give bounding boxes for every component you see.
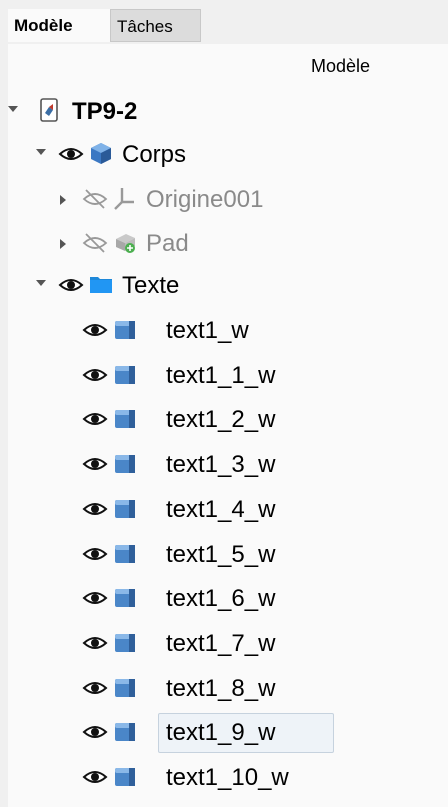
- eye-icon[interactable]: [82, 362, 108, 388]
- tree-item-group[interactable]: Texte: [8, 266, 448, 306]
- tree-item-document[interactable]: TP9-2: [8, 92, 448, 132]
- tree-item-origin[interactable]: Origine001: [8, 180, 448, 220]
- eye-icon[interactable]: [58, 141, 84, 167]
- document-icon: [40, 98, 58, 122]
- tree-item-label: text1_6_w: [166, 585, 276, 613]
- tree-item-text[interactable]: text1_7_w: [8, 624, 448, 664]
- tree-view[interactable]: Modèle TP9-2 Corps Origine001 Pad Texte …: [8, 44, 448, 807]
- expand-arrow-icon[interactable]: [36, 149, 46, 155]
- eye-icon[interactable]: [82, 406, 108, 432]
- tree-item-label: Pad: [146, 230, 189, 257]
- tree-item-text[interactable]: text1_1_w: [8, 356, 448, 396]
- tree-header: Modèle: [310, 56, 370, 76]
- tree-item-label: Corps: [122, 141, 187, 168]
- tree-item-text[interactable]: text1_10_w: [8, 758, 448, 798]
- part-icon: [115, 768, 135, 786]
- tree-item-label: text1_4_w: [166, 495, 276, 523]
- part-icon: [115, 365, 135, 384]
- eye-icon[interactable]: [82, 719, 108, 745]
- tree-item-label: text1_5_w: [166, 540, 276, 568]
- eye-icon[interactable]: [82, 630, 108, 656]
- tree-item-label: text1_w: [166, 317, 249, 344]
- eye-icon[interactable]: [82, 585, 108, 611]
- part-icon: [115, 499, 135, 518]
- eye-icon[interactable]: [82, 317, 108, 343]
- folder-icon: [90, 277, 112, 293]
- part-icon: [115, 633, 135, 652]
- tree-item-text[interactable]: text1_4_w: [8, 490, 448, 530]
- tree-item-label: Origine001: [146, 186, 264, 213]
- tree-item-text[interactable]: text1_3_w: [8, 445, 448, 485]
- tree-item-label: text1_9_w: [166, 719, 276, 747]
- part-icon: [115, 321, 135, 339]
- tree-item-text[interactable]: text1_9_w: [8, 713, 448, 754]
- eye-hidden-icon[interactable]: [82, 230, 108, 256]
- tree-item-label: text1_3_w: [166, 451, 276, 479]
- part-icon: [115, 723, 135, 742]
- origin-icon: [114, 188, 134, 210]
- expand-arrow-icon[interactable]: [36, 280, 46, 286]
- tree-item-text[interactable]: text1_w: [8, 311, 448, 351]
- tab-model[interactable]: Modèle: [8, 9, 110, 42]
- tree-item-label: TP9-2: [72, 98, 138, 125]
- tree-item-label: text1_2_w: [166, 406, 276, 434]
- tree-item-text[interactable]: text1_2_w: [8, 400, 448, 440]
- tab-tasks[interactable]: Tâches: [110, 9, 201, 42]
- expand-arrow-icon[interactable]: [60, 239, 66, 249]
- eye-hidden-icon[interactable]: [82, 186, 108, 212]
- tree-item-label: text1_7_w: [166, 629, 276, 657]
- expand-arrow-icon[interactable]: [60, 195, 66, 205]
- tree-item-body[interactable]: Corps: [8, 135, 448, 175]
- part-icon: [115, 455, 135, 474]
- tab-bar: Modèle Tâches: [0, 0, 448, 44]
- eye-icon[interactable]: [82, 496, 108, 522]
- expand-arrow-icon[interactable]: [8, 106, 18, 112]
- pad-icon: [116, 234, 135, 253]
- tree-item-label: Texte: [122, 272, 180, 299]
- tree-item-label: text1_1_w: [166, 361, 276, 389]
- part-icon: [115, 544, 135, 563]
- tree-item-text[interactable]: text1_8_w: [8, 669, 448, 709]
- eye-icon[interactable]: [82, 675, 108, 701]
- part-icon: [115, 410, 135, 429]
- body-icon: [91, 143, 111, 164]
- tree-item-label: text1_10_w: [166, 764, 289, 791]
- eye-icon[interactable]: [82, 764, 108, 790]
- part-icon: [115, 589, 135, 608]
- eye-icon[interactable]: [82, 451, 108, 477]
- eye-icon[interactable]: [82, 541, 108, 567]
- tree-item-text[interactable]: text1_5_w: [8, 535, 448, 575]
- part-icon: [115, 678, 135, 697]
- tree-item-pad[interactable]: Pad: [8, 224, 448, 264]
- eye-icon[interactable]: [58, 272, 84, 298]
- tree-item-label: text1_8_w: [166, 674, 276, 702]
- tree-item-text[interactable]: text1_6_w: [8, 579, 448, 619]
